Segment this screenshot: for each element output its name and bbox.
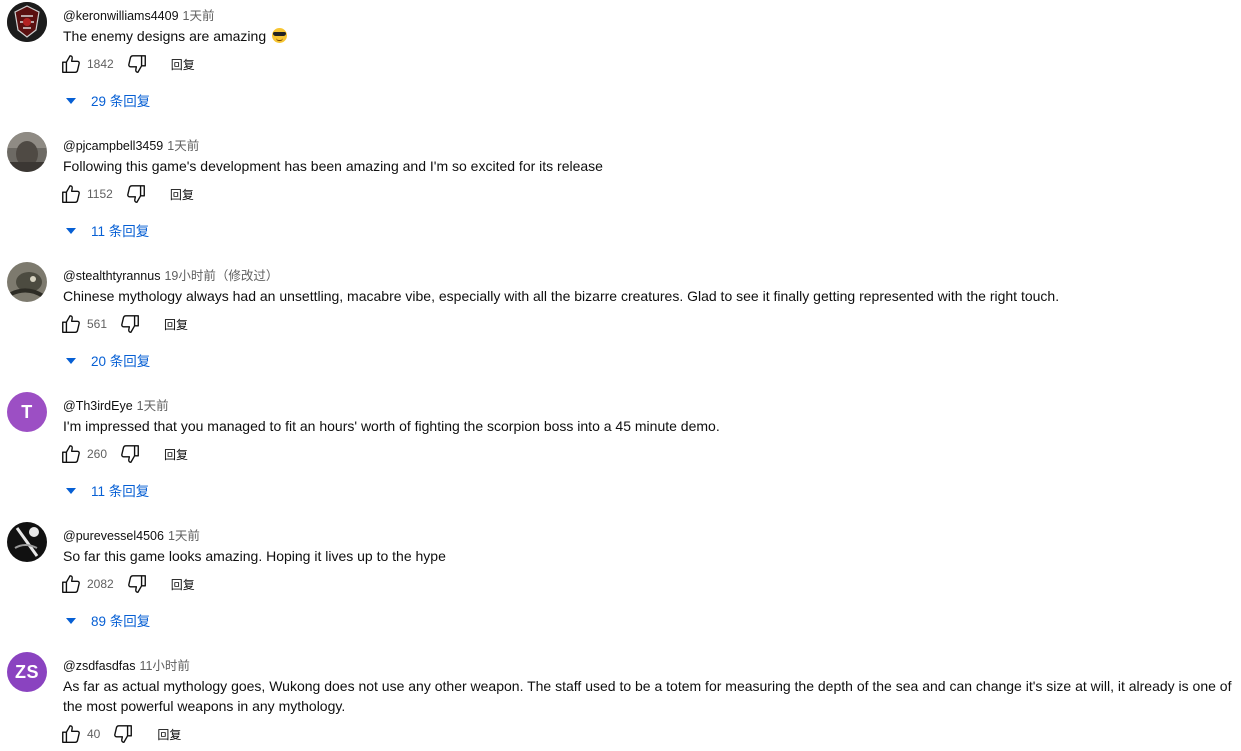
comment-text: I'm impressed that you managed to fit an… — [63, 418, 720, 434]
thumbs-down-icon — [119, 313, 141, 335]
like-button[interactable] — [60, 53, 82, 75]
avatar-letter: ZS — [14, 661, 39, 682]
comment-text-body: The enemy designs are amazing — [63, 28, 267, 44]
caret-down-icon — [66, 488, 76, 494]
comment-time[interactable]: 1天前 — [183, 9, 215, 23]
avatar[interactable]: ZS — [7, 652, 47, 692]
like-count: 2082 — [87, 577, 114, 591]
dislike-button[interactable] — [126, 53, 148, 75]
comment-time[interactable]: 19小时前（修改过） — [164, 269, 278, 283]
like-count: 1152 — [87, 187, 113, 201]
comment-text: Chinese mythology always had an unsettli… — [63, 288, 1060, 304]
comment-time[interactable]: 1天前 — [167, 139, 199, 153]
thumbs-up-icon — [60, 313, 82, 335]
comment-author[interactable]: @keronwilliams4409 — [63, 9, 179, 23]
comment-header: @pjcampbell3459 1天前 — [63, 135, 199, 154]
view-replies-button[interactable]: 11 条回复 — [66, 220, 149, 240]
thumbs-down-icon — [112, 723, 134, 745]
comment-text: As far as actual mythology goes, Wukong … — [63, 678, 1232, 714]
avatar-image-icon — [7, 522, 47, 562]
comment-text: The enemy designs are amazing — [63, 26, 1233, 46]
like-count: 561 — [87, 317, 108, 331]
dislike-button[interactable] — [119, 443, 141, 465]
dislike-button[interactable] — [125, 183, 147, 205]
avatar[interactable] — [7, 522, 47, 562]
thumbs-down-icon — [126, 573, 148, 595]
comment-author[interactable]: @stealthtyrannus — [63, 269, 160, 283]
like-count: 40 — [87, 727, 101, 741]
thumbs-down-icon — [126, 53, 148, 75]
reply-button[interactable]: 回复 — [164, 446, 188, 463]
comment-time[interactable]: 1天前 — [168, 529, 200, 543]
thumbs-down-icon — [119, 443, 141, 465]
comment-author[interactable]: @Th3irdEye — [63, 399, 133, 413]
comment-time[interactable]: 11小时前 — [139, 659, 189, 673]
replies-count-label: 11 条回复 — [91, 484, 150, 499]
comment-text: Following this game's development has be… — [63, 158, 603, 174]
thumbs-up-icon — [60, 573, 82, 595]
comment-toolbar: 260 回复 — [60, 442, 188, 466]
caret-down-icon — [66, 358, 76, 364]
like-button[interactable] — [60, 723, 82, 745]
thumbs-up-icon — [60, 443, 82, 465]
reply-button[interactable]: 回复 — [164, 316, 188, 333]
comment-header: @keronwilliams4409 1天前 — [63, 5, 214, 24]
comment-toolbar: 1842 回复 — [60, 52, 195, 76]
comment-header: @Th3irdEye 1天前 — [63, 395, 169, 414]
comment-author[interactable]: @zsdfasdfas — [63, 659, 135, 673]
thumbs-down-icon — [125, 183, 147, 205]
comment-header: @purevessel4506 1天前 — [63, 525, 200, 544]
comment-time[interactable]: 1天前 — [137, 399, 169, 413]
comment-author[interactable]: @purevessel4506 — [63, 529, 164, 543]
caret-down-icon — [66, 618, 76, 624]
thumbs-up-icon — [60, 183, 82, 205]
comment-header: @zsdfasdfas 11小时前 — [63, 655, 190, 674]
comment-toolbar: 561 回复 — [60, 312, 188, 336]
replies-count-label: 11 条回复 — [91, 224, 150, 239]
comment-toolbar: 40 回复 — [60, 722, 181, 746]
comment-toolbar: 2082 回复 — [60, 572, 195, 596]
reply-button[interactable]: 回复 — [157, 726, 181, 743]
dislike-button[interactable] — [112, 723, 134, 745]
like-button[interactable] — [60, 573, 82, 595]
reply-button[interactable]: 回复 — [170, 186, 194, 203]
avatar[interactable] — [7, 2, 47, 42]
replies-count-label: 89 条回复 — [91, 614, 151, 629]
view-replies-button[interactable]: 11 条回复 — [66, 480, 149, 500]
replies-count-label: 20 条回复 — [91, 354, 151, 369]
caret-down-icon — [66, 228, 76, 234]
like-button[interactable] — [60, 313, 82, 335]
avatar[interactable] — [7, 132, 47, 172]
caret-down-icon — [66, 98, 76, 104]
sunglasses-emoji-icon — [272, 28, 287, 43]
view-replies-button[interactable]: 20 条回复 — [66, 350, 150, 370]
thumbs-up-icon — [60, 53, 82, 75]
avatar[interactable] — [7, 262, 47, 302]
view-replies-button[interactable]: 89 条回复 — [66, 610, 150, 630]
thumbs-up-icon — [60, 723, 82, 745]
view-replies-button[interactable]: 29 条回复 — [66, 90, 150, 110]
like-button[interactable] — [60, 443, 82, 465]
like-count: 260 — [87, 447, 108, 461]
dislike-button[interactable] — [126, 573, 148, 595]
avatar[interactable]: T — [7, 392, 47, 432]
like-button[interactable] — [60, 183, 82, 205]
replies-count-label: 29 条回复 — [91, 94, 151, 109]
avatar-image-icon — [7, 2, 47, 42]
avatar-image-icon — [7, 132, 47, 172]
like-count: 1842 — [87, 57, 114, 71]
comment-header: @stealthtyrannus 19小时前（修改过） — [63, 265, 278, 284]
avatar-image-icon — [7, 262, 47, 302]
comment-author[interactable]: @pjcampbell3459 — [63, 139, 163, 153]
reply-button[interactable]: 回复 — [171, 56, 195, 73]
avatar-letter: T — [21, 401, 33, 422]
dislike-button[interactable] — [119, 313, 141, 335]
comment-text: So far this game looks amazing. Hoping i… — [63, 548, 446, 564]
comment-toolbar: 1152 回复 — [60, 182, 194, 206]
reply-button[interactable]: 回复 — [171, 576, 195, 593]
